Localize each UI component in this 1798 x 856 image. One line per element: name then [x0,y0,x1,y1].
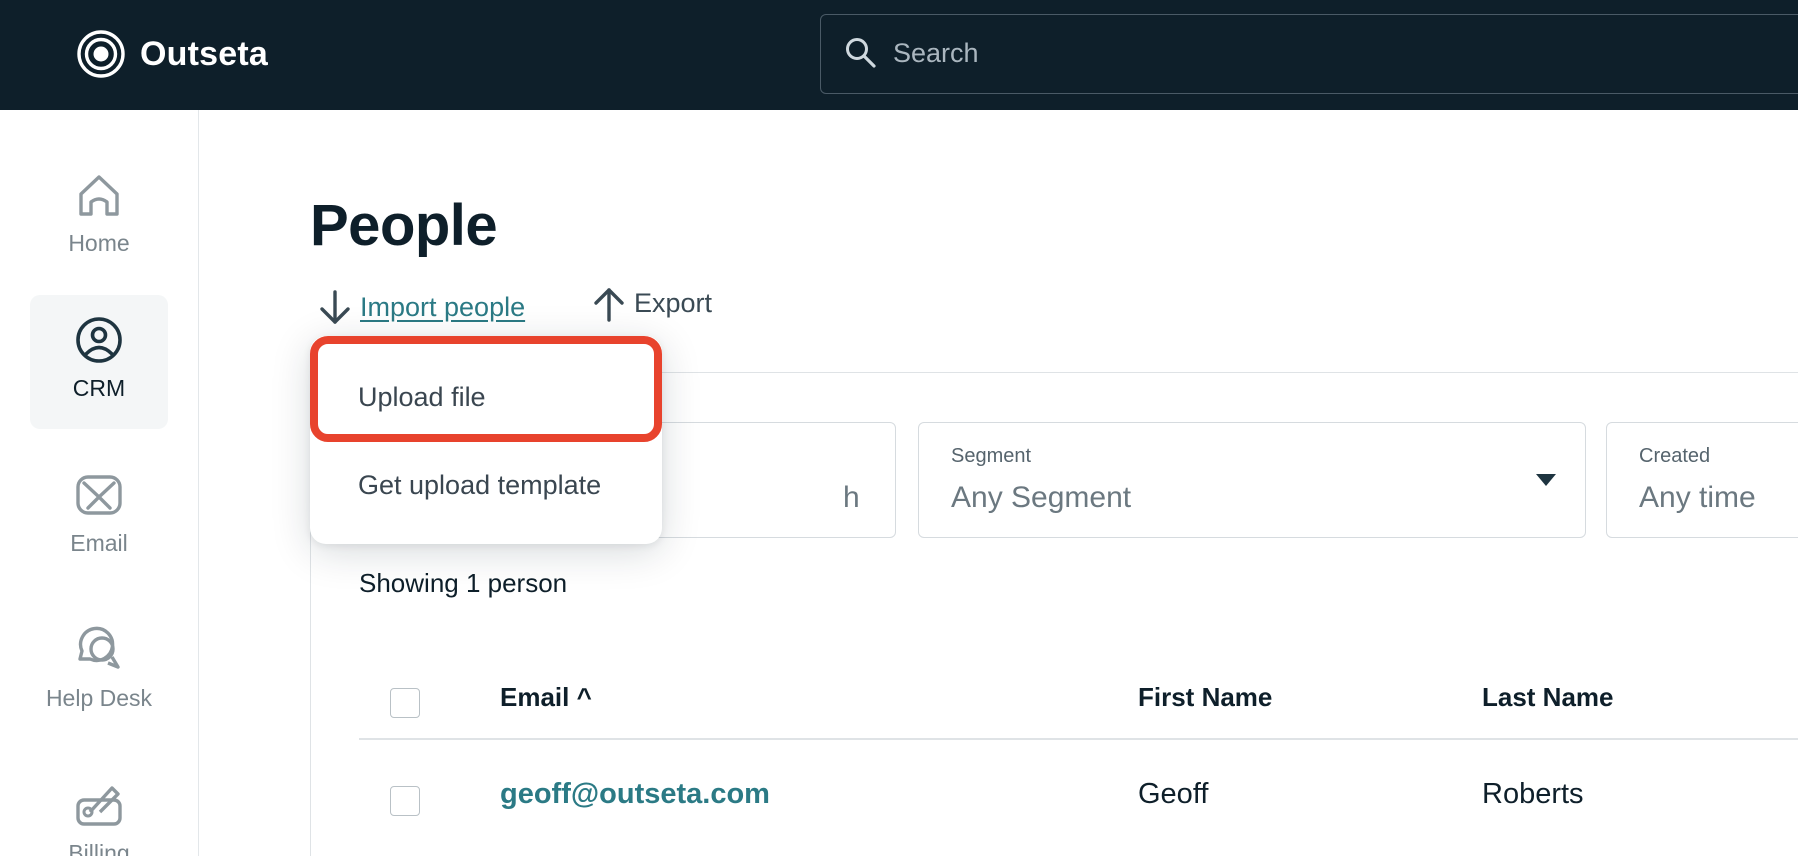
logo[interactable]: Outseta [76,29,268,79]
sidebar-item-label: Billing [68,840,130,856]
menu-item-get-upload-template[interactable]: Get upload template [358,470,601,501]
sidebar-item-label: Home [68,230,130,256]
top-bar: Outseta [0,0,1798,110]
app-name: Outseta [140,34,268,73]
row-checkbox[interactable] [390,786,420,816]
column-header-last-name[interactable]: Last Name [1482,682,1614,713]
billing-icon [76,786,122,826]
results-count: Showing 1 person [359,568,568,598]
sidebar-item-label: CRM [72,375,126,401]
email-icon [76,475,122,515]
column-header-email[interactable]: Email ^ [500,682,592,713]
sidebar: Home CRM Email Help Desk Billing [0,110,199,856]
export-button[interactable]: Export [590,282,712,324]
sidebar-item-home[interactable]: Home [30,150,168,284]
sidebar-item-billing[interactable]: Billing [30,760,168,856]
import-people-label: Import people [360,291,526,322]
menu-item-upload-file[interactable]: Upload file [358,382,486,413]
select-all-checkbox[interactable] [390,688,420,718]
app-window: Outseta Home CRM [0,0,1798,856]
filter-value: Any Segment [951,481,1132,514]
export-label: Export [634,287,713,318]
sidebar-item-help-desk[interactable]: Help Desk [30,605,168,739]
sidebar-item-label: Help Desk [45,685,153,711]
table-cell-first-name: Geoff [1138,778,1209,810]
sidebar-item-email[interactable]: Email [30,450,168,584]
sidebar-item-label: Email [70,530,128,556]
crm-icon [76,317,122,363]
page-title: People [310,193,498,258]
arrow-up-icon [594,288,624,322]
filter-label: Created [1639,445,1711,467]
segment-filter[interactable]: Segment Any Segment [918,422,1586,538]
filter-value: h [843,481,860,514]
search-box[interactable] [820,14,1798,94]
home-icon [79,175,119,216]
import-people-button[interactable]: Import people [316,286,525,328]
import-dropdown-menu: Upload file Get upload template [310,336,662,544]
sidebar-item-crm[interactable]: CRM [30,295,168,429]
table-cell-email[interactable]: geoff@outseta.com [500,778,770,811]
caret-down-icon [1536,474,1556,486]
outseta-logo-icon [77,30,125,78]
column-header-first-name[interactable]: First Name [1138,682,1272,713]
help-desk-icon [78,626,120,669]
search-icon [846,38,876,68]
created-filter[interactable]: Created Any time [1606,422,1798,538]
filter-value: Any time [1639,481,1756,514]
arrow-down-icon [320,290,350,324]
search-input[interactable] [893,15,1773,92]
filter-label: Segment [951,445,1032,467]
table-cell-last-name: Roberts [1482,778,1584,810]
table-divider [359,738,1798,740]
